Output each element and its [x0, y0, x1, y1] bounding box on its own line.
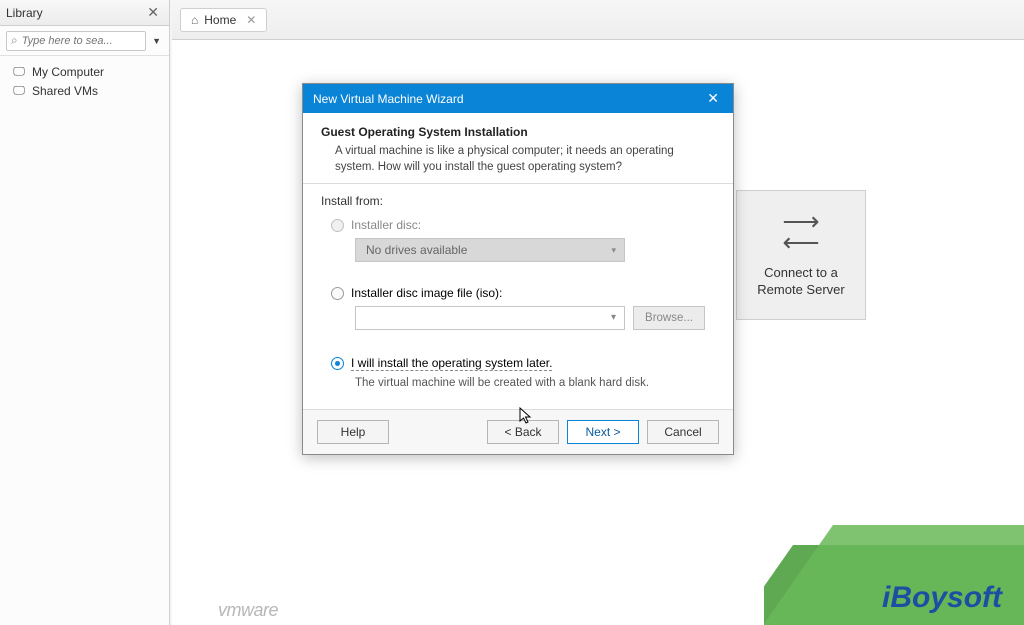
radio-label: Installer disc image file (iso):: [351, 286, 502, 300]
vmware-logo: vmware: [218, 600, 278, 621]
help-button[interactable]: Help: [317, 420, 389, 444]
back-button[interactable]: < Back: [487, 420, 559, 444]
library-tree: 🖵 My Computer 🖵 Shared VMs: [0, 56, 169, 106]
radio-icon: [331, 219, 344, 232]
sidebar-item-my-computer[interactable]: 🖵 My Computer: [4, 62, 165, 81]
search-input[interactable]: [22, 35, 141, 47]
install-from-label: Install from:: [321, 194, 715, 208]
monitor-icon: 🖵: [12, 64, 26, 79]
library-header: Library ✕: [0, 0, 169, 26]
library-search-row: ⌕ ▼: [0, 26, 169, 56]
sidebar-item-label: Shared VMs: [32, 84, 98, 98]
radio-iso-file[interactable]: Installer disc image file (iso):: [331, 286, 715, 300]
tab-home[interactable]: ⌂ Home ✕: [180, 8, 267, 32]
radio-label: Installer disc:: [351, 218, 421, 232]
swap-arrows-icon: ⟶ ⟵: [782, 211, 819, 253]
drive-select-text: No drives available: [366, 243, 467, 257]
sidebar-item-shared-vms[interactable]: 🖵 Shared VMs: [4, 81, 165, 100]
browse-button[interactable]: Browse...: [633, 306, 705, 330]
chevron-down-icon[interactable]: ▼: [150, 36, 163, 46]
tab-label: Home: [204, 13, 236, 27]
library-sidebar: Library ✕ ⌕ ▼ 🖵 My Computer 🖵 Shared VMs: [0, 0, 170, 625]
radio-install-later[interactable]: I will install the operating system late…: [331, 356, 715, 371]
wizard-hint: The virtual machine will be created with…: [355, 377, 715, 389]
close-icon[interactable]: ✕: [703, 90, 723, 107]
radio-icon: [331, 287, 344, 300]
connect-card-label: Connect to a Remote Server: [757, 265, 844, 299]
close-icon[interactable]: ✕: [143, 4, 163, 21]
monitor-icon: 🖵: [12, 83, 26, 98]
wizard-titlebar[interactable]: New Virtual Machine Wizard ✕: [303, 84, 733, 113]
iso-row: Browse...: [355, 306, 715, 330]
iboysoft-logo: iBoysoft: [882, 581, 1002, 615]
wizard-title: New Virtual Machine Wizard: [313, 92, 464, 106]
close-icon[interactable]: ✕: [246, 13, 256, 27]
search-icon: ⌕: [11, 33, 18, 48]
iso-path-input[interactable]: [355, 306, 625, 330]
cancel-button[interactable]: Cancel: [647, 420, 719, 444]
tab-bar: ⌂ Home ✕: [172, 0, 1024, 40]
sidebar-item-label: My Computer: [32, 65, 104, 79]
wizard-footer: Help < Back Next > Cancel: [303, 409, 733, 454]
wizard-heading: Guest Operating System Installation: [321, 125, 715, 139]
home-icon: ⌂: [191, 13, 198, 27]
wizard-subheading: A virtual machine is like a physical com…: [321, 143, 715, 175]
radio-icon: [331, 357, 344, 370]
wizard-body: Guest Operating System Installation A vi…: [303, 113, 733, 409]
drive-select[interactable]: No drives available: [355, 238, 625, 262]
new-vm-wizard: New Virtual Machine Wizard ✕ Guest Opera…: [302, 83, 734, 455]
library-title: Library: [6, 6, 43, 20]
radio-installer-disc[interactable]: Installer disc:: [331, 218, 715, 232]
connect-remote-card[interactable]: ⟶ ⟵ Connect to a Remote Server: [736, 190, 866, 320]
search-input-wrap[interactable]: ⌕: [6, 31, 146, 51]
divider: [303, 183, 733, 184]
next-button[interactable]: Next >: [567, 420, 639, 444]
radio-label: I will install the operating system late…: [351, 356, 552, 371]
